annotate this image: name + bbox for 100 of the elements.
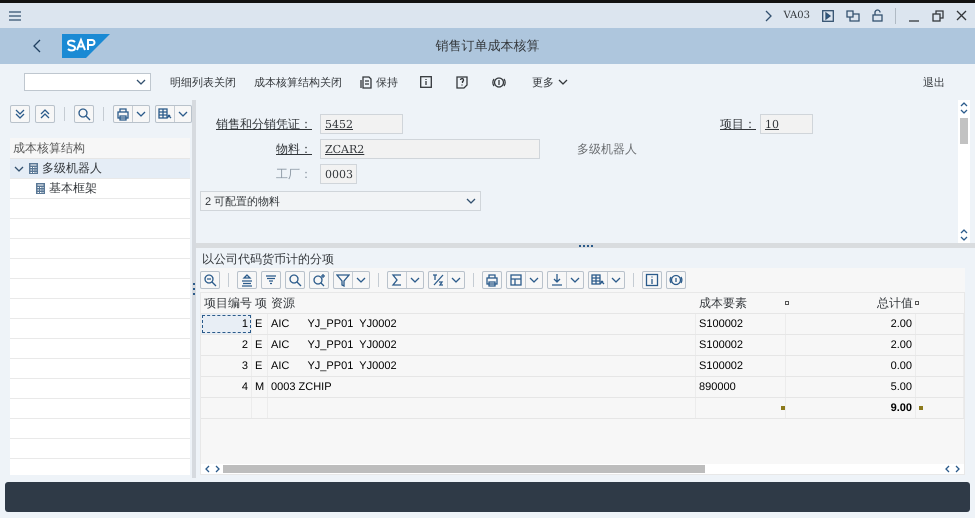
table-icon <box>158 107 172 121</box>
sort-ascending-icon <box>240 273 254 287</box>
sum-icon <box>390 273 404 287</box>
expand-all-icon <box>13 107 27 121</box>
table-cell: 0003 ZCHIP <box>268 377 696 397</box>
scroll-thumb[interactable] <box>960 118 968 144</box>
tree-item[interactable]: 多级机器人 <box>10 159 190 179</box>
print-button[interactable] <box>482 271 502 289</box>
total-cell: 9.00 <box>786 398 916 418</box>
table-cell: 3 <box>201 356 252 376</box>
field-label: 销售和分销凭证： <box>215 116 313 132</box>
expand-all-button[interactable] <box>10 105 30 123</box>
search-next-button[interactable] <box>309 271 329 289</box>
info-icon <box>420 76 432 88</box>
column-marker-icon <box>785 301 789 305</box>
dropdown-field[interactable] <box>24 73 151 91</box>
search-icon <box>77 107 91 121</box>
search-icon <box>288 273 302 287</box>
sort-ascending-button[interactable] <box>237 271 257 289</box>
calculator-icon <box>35 182 46 195</box>
table-cell: 2 <box>201 335 252 355</box>
search-button[interactable] <box>285 271 305 289</box>
scroll-right-icon[interactable] <box>954 465 960 473</box>
transaction-code: VA03 <box>784 10 810 21</box>
layout-button[interactable] <box>506 271 543 289</box>
collapse-all-icon <box>38 107 52 121</box>
table-cell: 2.00 <box>786 335 916 355</box>
scroll-thumb[interactable] <box>223 465 705 473</box>
info-button[interactable] <box>642 271 662 289</box>
table-cell: S100002 <box>696 335 786 355</box>
search-button[interactable] <box>74 105 94 123</box>
scroll-down-icon[interactable] <box>960 108 968 116</box>
scrollbar[interactable] <box>201 464 964 474</box>
calculator-icon <box>28 162 39 175</box>
total-marker-icon <box>919 406 923 410</box>
field-label: 物料： <box>275 140 313 158</box>
window-icon[interactable] <box>846 10 860 22</box>
scroll-left-icon[interactable] <box>945 465 951 473</box>
input-field[interactable]: 10 <box>760 114 813 134</box>
toolbar-button[interactable]: 明细列表关闭 <box>164 72 242 92</box>
input-field[interactable]: 0003 <box>320 164 357 184</box>
table-button[interactable] <box>155 105 192 123</box>
sort-descending-button[interactable] <box>261 271 281 289</box>
splitter-handle-icon[interactable] <box>578 244 592 246</box>
total-marker-icon <box>781 406 785 410</box>
sort-descending-icon <box>264 273 278 287</box>
tree-item[interactable]: 基本框架 <box>10 179 190 199</box>
table-cell: E <box>252 314 268 334</box>
table-cell: 0.00 <box>786 356 916 376</box>
lock-icon[interactable] <box>872 9 883 22</box>
scrollbar[interactable] <box>958 100 970 243</box>
restore-icon[interactable] <box>932 10 944 22</box>
column-header[interactable]: 资源 <box>271 294 295 312</box>
scroll-up-icon[interactable] <box>960 227 968 235</box>
more-menu-button[interactable]: 更多 <box>526 72 574 92</box>
close-icon[interactable] <box>956 10 967 21</box>
info-icon <box>645 273 659 287</box>
currency-button[interactable] <box>666 271 686 289</box>
print-icon <box>485 273 499 287</box>
back-icon[interactable] <box>32 39 42 53</box>
input-field[interactable]: 5452 <box>320 114 403 134</box>
table-icon <box>591 273 605 287</box>
table-cell: S100002 <box>696 314 786 334</box>
scroll-right-icon[interactable] <box>214 465 220 473</box>
document-icon <box>360 76 372 88</box>
search-next-icon <box>312 273 326 287</box>
help-icon <box>456 76 468 88</box>
details-button[interactable] <box>200 271 220 289</box>
input-field[interactable]: ZCAR2 <box>320 139 540 159</box>
scroll-down-icon[interactable] <box>960 235 968 243</box>
table-cell: AIC YJ_PP01 YJ0002 <box>268 335 696 355</box>
sum-button[interactable] <box>387 271 424 289</box>
category-dropdown[interactable]: 2 可配置的物料 <box>200 191 481 211</box>
exit-button[interactable]: 退出 <box>917 72 951 92</box>
table-cell: 5.00 <box>786 377 916 397</box>
column-header[interactable]: 总计值 <box>877 294 913 312</box>
subtotal-button[interactable] <box>428 271 465 289</box>
play-icon[interactable] <box>822 10 834 22</box>
chevron-right-icon[interactable] <box>764 10 772 22</box>
column-header[interactable]: 项 <box>255 294 267 312</box>
filter-button[interactable] <box>333 271 370 289</box>
hold-button[interactable]: 保持 <box>354 72 404 92</box>
scroll-left-icon[interactable] <box>205 465 211 473</box>
details-icon <box>203 273 217 287</box>
table-button[interactable] <box>588 271 625 289</box>
coin-icon <box>492 76 506 88</box>
collapse-all-button[interactable] <box>35 105 55 123</box>
column-header[interactable]: 项目编号 <box>204 294 252 312</box>
table-cell: AIC YJ_PP01 YJ0002 <box>268 314 696 334</box>
print-button[interactable] <box>113 105 150 123</box>
scroll-up-icon[interactable] <box>960 100 968 108</box>
splitter-handle-icon[interactable] <box>193 283 195 295</box>
column-header[interactable]: 成本要素 <box>699 294 747 312</box>
menu-icon[interactable] <box>8 10 22 22</box>
field-label: 工厂： <box>275 166 313 182</box>
export-icon <box>550 273 564 287</box>
export-button[interactable] <box>547 271 584 289</box>
toolbar-button[interactable]: 成本核算结构关闭 <box>248 72 348 92</box>
field-label: 项目： <box>720 116 757 132</box>
logo-icon <box>62 34 110 58</box>
